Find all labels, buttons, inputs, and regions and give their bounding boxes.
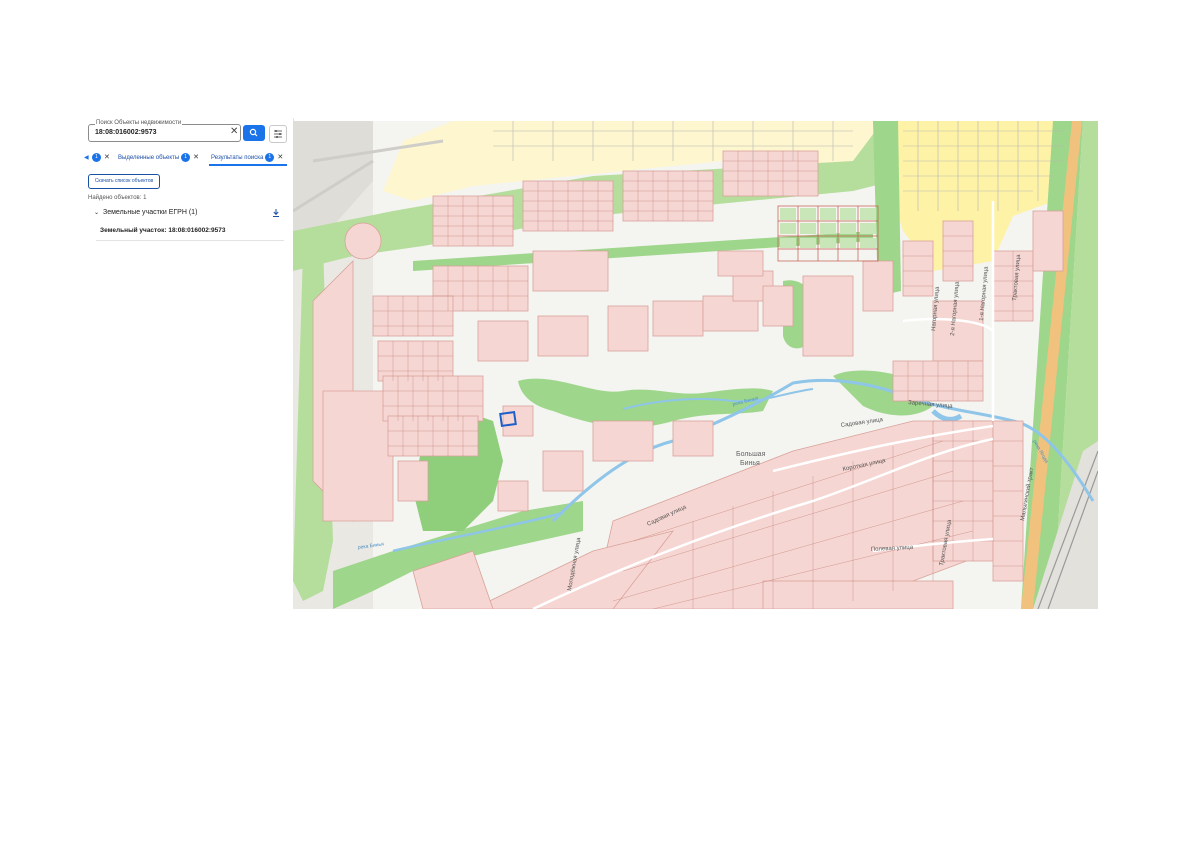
search-icon	[249, 128, 258, 137]
result-item-label: Земельный участок: 18:08:016002:9573	[100, 227, 226, 234]
search-input[interactable]	[95, 129, 215, 136]
result-group-land-plots[interactable]: ⌄ Земельные участки ЕГРН (1)	[94, 209, 282, 219]
results-tabs: ◀ 1 ✕ Выделенные объекты 1 ✕ Результаты пои…	[84, 150, 293, 166]
tab-search-results-badge: 1	[265, 153, 275, 162]
download-list-button[interactable]: Скачать список объектов	[88, 174, 160, 189]
found-count: Найдено объектов: 1	[88, 195, 147, 201]
close-icon[interactable]: ✕	[104, 154, 110, 161]
close-icon[interactable]: ✕	[193, 154, 199, 161]
filter-button[interactable]	[269, 125, 287, 143]
clear-search-icon[interactable]: ✕	[230, 127, 238, 137]
close-icon[interactable]: ✕	[277, 154, 283, 161]
search-button[interactable]	[243, 125, 265, 141]
tab-selected-objects-label: Выделенные объекты	[118, 155, 180, 162]
download-icon[interactable]	[272, 208, 280, 218]
map-canvas[interactable]: Большая Бинья Садовая улица Короткая ули…	[293, 121, 1098, 609]
tab-previous-badge: 1	[92, 153, 101, 162]
search-panel: Поиск Объекты недвижимости ✕ ◀ 1✕ Выделе…	[84, 118, 294, 609]
result-item[interactable]: Земельный участок: 18:08:016002:9573	[96, 223, 284, 241]
tab-search-results[interactable]: Результаты поиска 1 ✕	[211, 153, 283, 162]
town-label: Большая	[736, 451, 766, 458]
result-group-label: Земельные участки ЕГРН (1)	[103, 209, 198, 216]
tab-search-results-label: Результаты поиска	[211, 155, 264, 162]
cadastral-map[interactable]: Большая Бинья Садовая улица Короткая ули…	[293, 121, 1098, 609]
garden-plots-fill	[780, 208, 876, 248]
search-input-box[interactable]: Поиск Объекты недвижимости ✕	[88, 120, 241, 142]
tab-selected-objects[interactable]: Выделенные объекты 1 ✕	[118, 153, 199, 162]
tab-previous[interactable]: 1 ✕	[90, 153, 110, 162]
chevron-down-icon[interactable]: ⌄	[94, 209, 99, 216]
tab-selected-objects-badge: 1	[181, 153, 191, 162]
town-label: Бинья	[740, 460, 760, 467]
search-field-label: Поиск Объекты недвижимости	[95, 120, 183, 126]
filter-sliders-icon	[274, 130, 282, 138]
active-tab-indicator	[209, 164, 287, 166]
